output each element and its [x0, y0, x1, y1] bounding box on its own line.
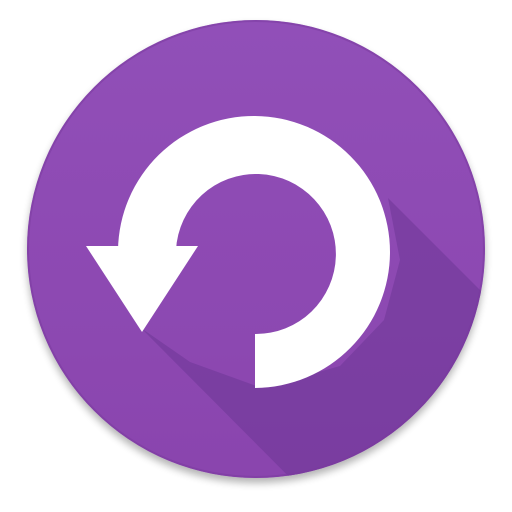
undo-rotate-icon[interactable] — [0, 0, 512, 512]
app-icon-canvas — [0, 0, 512, 512]
